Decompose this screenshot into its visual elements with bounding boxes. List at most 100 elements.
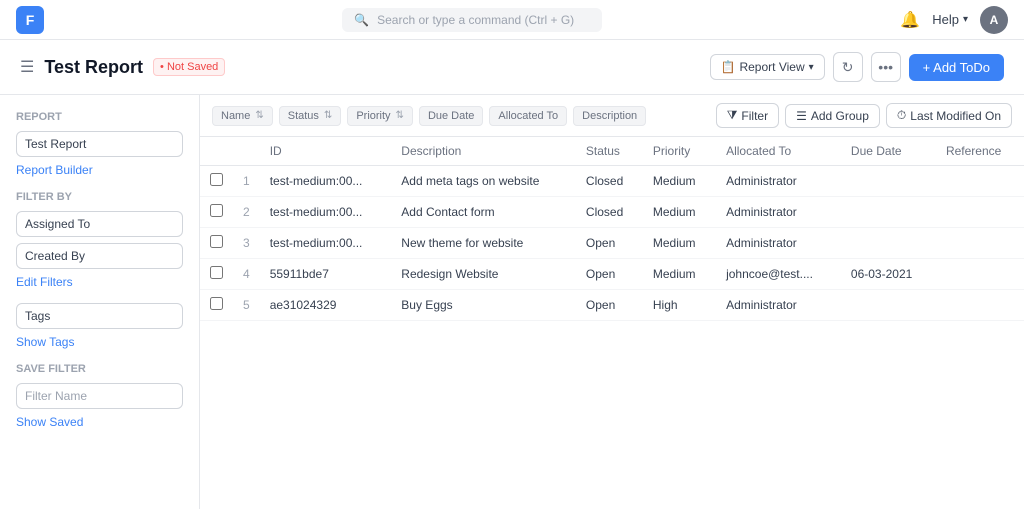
- more-options-button[interactable]: •••: [871, 52, 901, 82]
- row-num: 5: [233, 290, 260, 321]
- row-reference: [936, 259, 1024, 290]
- report-view-button[interactable]: 📋 Report View ▾: [710, 54, 825, 80]
- col-tag-priority: Priority ⇅: [347, 106, 413, 126]
- row-status: Open: [576, 290, 643, 321]
- row-reference: [936, 197, 1024, 228]
- row-checkbox[interactable]: [210, 204, 223, 217]
- menu-icon[interactable]: ☰: [20, 57, 34, 77]
- add-group-label: Add Group: [811, 109, 869, 123]
- row-checkbox-cell: [200, 290, 233, 321]
- row-id: ae31024329: [260, 290, 392, 321]
- data-table: ID Description Status Priority Allocated…: [200, 137, 1024, 321]
- report-section-label: Report: [16, 111, 183, 123]
- table-container: ID Description Status Priority Allocated…: [200, 137, 1024, 509]
- row-id: test-medium:00...: [260, 197, 392, 228]
- th-id: ID: [260, 137, 392, 166]
- notification-bell-icon[interactable]: 🔔: [900, 10, 920, 30]
- row-allocated-to: Administrator: [716, 166, 841, 197]
- row-description: Redesign Website: [391, 259, 576, 290]
- th-description: Description: [391, 137, 576, 166]
- sidebar: Report Test Report Report Builder Filter…: [0, 95, 200, 509]
- row-priority: Medium: [643, 166, 716, 197]
- app-icon[interactable]: F: [16, 6, 44, 34]
- page-title: Test Report: [44, 57, 143, 78]
- help-button[interactable]: Help ▾: [932, 12, 968, 27]
- tags-select[interactable]: Tags: [16, 303, 183, 329]
- th-reference: Reference: [936, 137, 1024, 166]
- row-checkbox[interactable]: [210, 297, 223, 310]
- row-description: Add Contact form: [391, 197, 576, 228]
- row-id: 55911bde7: [260, 259, 392, 290]
- add-todo-button[interactable]: + Add ToDo: [909, 54, 1004, 81]
- th-allocated: Allocated To: [716, 137, 841, 166]
- row-due-date: [841, 197, 936, 228]
- col-sort-icon: ⇅: [396, 110, 404, 121]
- report-builder-link[interactable]: Report Builder: [16, 163, 183, 177]
- last-modified-button[interactable]: ⏱ Last Modified On: [886, 103, 1012, 128]
- column-header-bar: Name ⇅ Status ⇅ Priority ⇅ Due Date Allo…: [200, 95, 1024, 137]
- edit-filters-link[interactable]: Edit Filters: [16, 275, 183, 289]
- chevron-down-icon: ▾: [963, 14, 968, 25]
- col-tag-due-date: Due Date: [419, 106, 483, 126]
- top-nav-right: 🔔 Help ▾ A: [900, 6, 1008, 34]
- row-num: 2: [233, 197, 260, 228]
- th-checkbox: [200, 137, 233, 166]
- not-saved-badge: • Not Saved: [153, 58, 225, 76]
- row-priority: Medium: [643, 259, 716, 290]
- row-checkbox-cell: [200, 259, 233, 290]
- row-checkbox-cell: [200, 166, 233, 197]
- row-reference: [936, 228, 1024, 259]
- filter-label: Filter: [741, 109, 768, 123]
- table-row: 5 ae31024329 Buy Eggs Open High Administ…: [200, 290, 1024, 321]
- filter-button[interactable]: ⧩ Filter: [716, 103, 779, 128]
- row-id: test-medium:00...: [260, 228, 392, 259]
- filter-created-by-select[interactable]: Created By: [16, 243, 183, 269]
- search-placeholder: Search or type a command (Ctrl + G): [377, 13, 574, 27]
- report-select[interactable]: Test Report: [16, 131, 183, 157]
- row-priority: High: [643, 290, 716, 321]
- row-description: Buy Eggs: [391, 290, 576, 321]
- row-allocated-to: Administrator: [716, 228, 841, 259]
- col-tag-desc: Description: [573, 106, 646, 126]
- filter-icon: ⧩: [727, 108, 738, 123]
- row-checkbox-cell: [200, 197, 233, 228]
- filter-name-input[interactable]: [16, 383, 183, 409]
- refresh-button[interactable]: ↻: [833, 52, 863, 82]
- th-due-date: Due Date: [841, 137, 936, 166]
- avatar[interactable]: A: [980, 6, 1008, 34]
- show-saved-link[interactable]: Show Saved: [16, 415, 183, 429]
- last-modified-label: Last Modified On: [910, 109, 1001, 123]
- add-group-button[interactable]: ☰ Add Group: [785, 104, 880, 128]
- row-num: 4: [233, 259, 260, 290]
- row-due-date: [841, 290, 936, 321]
- row-checkbox[interactable]: [210, 266, 223, 279]
- col-sort-icon: ⇅: [255, 110, 263, 121]
- page-header-right: 📋 Report View ▾ ↻ ••• + Add ToDo: [710, 52, 1004, 82]
- row-num: 1: [233, 166, 260, 197]
- col-tag-name: Name ⇅: [212, 106, 273, 126]
- th-priority: Priority: [643, 137, 716, 166]
- table-row: 1 test-medium:00... Add meta tags on web…: [200, 166, 1024, 197]
- row-checkbox[interactable]: [210, 173, 223, 186]
- row-checkbox-cell: [200, 228, 233, 259]
- row-allocated-to: johncoe@test....: [716, 259, 841, 290]
- group-icon: ☰: [796, 109, 807, 123]
- row-checkbox[interactable]: [210, 235, 223, 248]
- table-body: 1 test-medium:00... Add meta tags on web…: [200, 166, 1024, 321]
- col-header-actions: ⧩ Filter ☰ Add Group ⏱ Last Modified On: [716, 103, 1012, 128]
- filter-assigned-to-select[interactable]: Assigned To: [16, 211, 183, 237]
- row-status: Closed: [576, 197, 643, 228]
- row-status: Open: [576, 259, 643, 290]
- table-header: ID Description Status Priority Allocated…: [200, 137, 1024, 166]
- table-row: 2 test-medium:00... Add Contact form Clo…: [200, 197, 1024, 228]
- row-due-date: 06-03-2021: [841, 259, 936, 290]
- main-layout: Report Test Report Report Builder Filter…: [0, 95, 1024, 509]
- col-status-label: Status: [288, 110, 319, 122]
- col-sort-icon: ⇅: [324, 110, 332, 121]
- show-tags-link[interactable]: Show Tags: [16, 335, 183, 349]
- table-row: 4 55911bde7 Redesign Website Open Medium…: [200, 259, 1024, 290]
- search-bar[interactable]: 🔍 Search or type a command (Ctrl + G): [342, 8, 602, 32]
- row-allocated-to: Administrator: [716, 197, 841, 228]
- row-status: Closed: [576, 166, 643, 197]
- row-due-date: [841, 228, 936, 259]
